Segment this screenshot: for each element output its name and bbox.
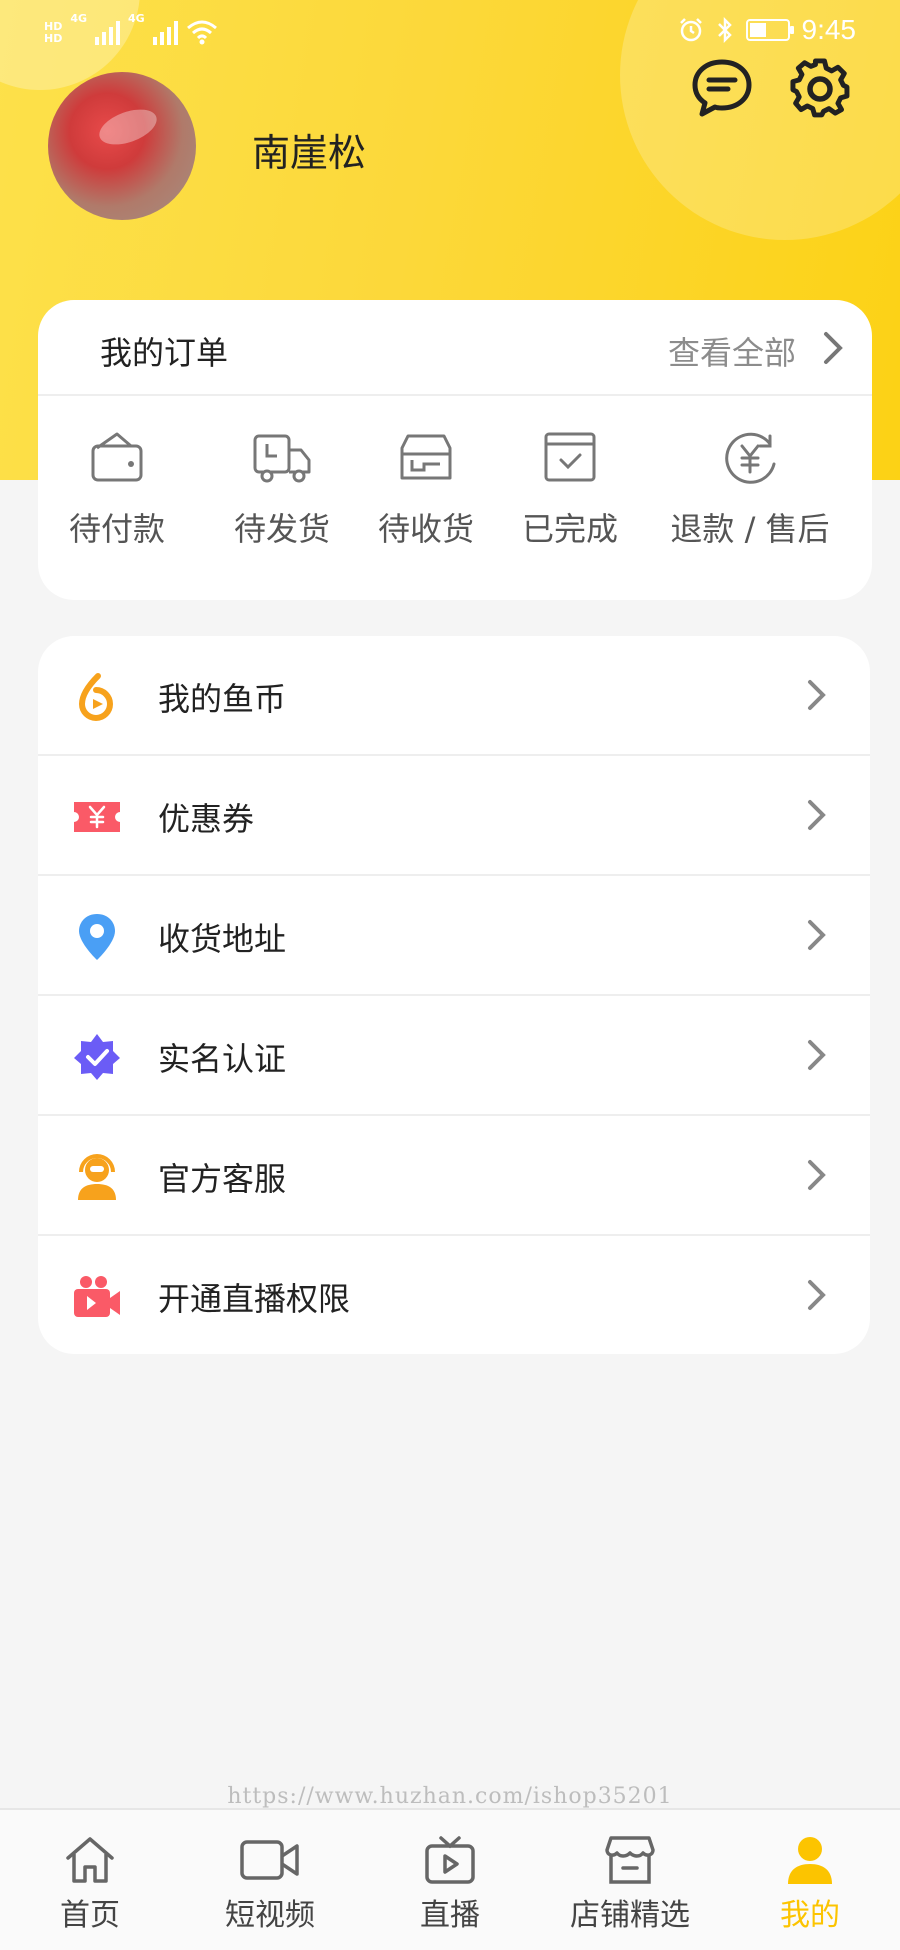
menu-item-customer-service[interactable]: 官方客服 — [38, 1116, 870, 1236]
chevron-right-icon — [824, 332, 843, 364]
alarm-icon — [679, 18, 702, 42]
verified-icon — [74, 1034, 120, 1080]
orders-title: 我的订单 — [100, 334, 229, 372]
menu-item-label: 优惠券 — [158, 800, 255, 838]
watermark: https://www.huzhan.com/ishop35201 — [227, 1784, 673, 1809]
live-tv-icon — [425, 1836, 475, 1884]
tab-label: 短视频 — [225, 1898, 315, 1933]
tab-short-video[interactable]: 短视频 — [210, 1810, 330, 1950]
home-icon — [66, 1837, 114, 1883]
hd-indicator: HD HD — [44, 20, 63, 45]
menu-item-coupon[interactable]: 优惠券 — [38, 756, 870, 876]
truck-icon — [253, 434, 311, 483]
orders-header[interactable]: 我的订单 查看全部 — [38, 300, 872, 396]
video-icon — [240, 1840, 299, 1880]
menu-item-label: 实名认证 — [158, 1040, 287, 1078]
battery-icon — [745, 19, 794, 41]
package-icon — [400, 434, 452, 480]
location-icon — [79, 914, 115, 960]
order-status-to-receive[interactable]: 待收货 — [366, 430, 486, 550]
bluetooth-icon — [717, 17, 732, 43]
chevron-right-icon — [808, 920, 826, 950]
message-icon[interactable] — [690, 56, 754, 120]
order-status-label: 待收货 — [377, 510, 474, 548]
status-bar: HD HD 4G 4G 9:45 — [0, 0, 900, 60]
wifi-icon — [186, 20, 217, 45]
menu-item-label: 收货地址 — [158, 920, 287, 958]
menu-item-live-permission[interactable]: 开通直播权限 — [38, 1236, 870, 1354]
tab-label: 首页 — [60, 1898, 120, 1933]
order-status-completed[interactable]: 已完成 — [510, 430, 630, 550]
live-camera-icon — [74, 1276, 120, 1317]
order-status-label: 待发货 — [233, 510, 330, 548]
tab-home[interactable]: 首页 — [40, 1810, 140, 1950]
wallet-icon — [91, 432, 143, 482]
tab-live[interactable]: 直播 — [400, 1810, 500, 1950]
tab-mine[interactable]: 我的 — [760, 1810, 860, 1950]
menu-item-label: 我的鱼币 — [158, 680, 287, 718]
network-type: 4G — [70, 12, 88, 25]
tab-label: 我的 — [780, 1898, 840, 1933]
profile-icon — [788, 1837, 832, 1884]
refund-icon — [725, 432, 776, 484]
tab-store-picks[interactable]: 店铺精选 — [560, 1810, 700, 1950]
network-type: 4G — [128, 12, 145, 25]
store-icon — [605, 1836, 655, 1884]
chevron-right-icon — [808, 1280, 826, 1310]
fish-coin-icon — [78, 673, 113, 721]
gear-icon[interactable] — [788, 56, 852, 120]
signal-icon — [95, 19, 121, 45]
username[interactable]: 南崖松 — [252, 122, 366, 177]
orders-card: 我的订单 查看全部 待付款 待发货 待收货 已完成 退款 / 售后 — [38, 300, 872, 600]
menu-card: 我的鱼币 优惠券 收货地址 实名认证 官方客服 开通直播权限 — [38, 636, 870, 1354]
order-status-refund[interactable]: 退款 / 售后 — [658, 430, 842, 550]
status-network: HD HD 4G 4G — [44, 12, 218, 45]
order-status-pending-payment[interactable]: 待付款 — [62, 430, 172, 550]
coupon-icon — [74, 802, 120, 832]
order-status-label: 待付款 — [68, 510, 165, 548]
orders-view-all-link[interactable]: 查看全部 — [668, 328, 796, 374]
tab-label: 直播 — [420, 1898, 480, 1933]
avatar[interactable] — [48, 72, 196, 220]
order-status-label: 退款 / 售后 — [670, 510, 830, 548]
menu-item-address[interactable]: 收货地址 — [38, 876, 870, 996]
order-status-to-ship[interactable]: 待发货 — [222, 430, 342, 550]
chevron-right-icon — [808, 1160, 826, 1190]
chevron-right-icon — [808, 800, 826, 830]
order-status-label: 已完成 — [521, 510, 618, 548]
tab-label: 店铺精选 — [570, 1898, 690, 1933]
customer-service-icon — [78, 1154, 116, 1200]
status-system: 9:45 — [678, 14, 857, 46]
chevron-right-icon — [808, 680, 826, 710]
signal-icon — [152, 19, 178, 45]
bottom-tab-bar: 首页 短视频 直播 店铺精选 我的 — [0, 1808, 900, 1950]
status-time: 9:45 — [801, 14, 857, 45]
menu-item-label: 开通直播权限 — [158, 1280, 351, 1318]
menu-item-verification[interactable]: 实名认证 — [38, 996, 870, 1116]
completed-icon — [544, 432, 596, 482]
chevron-right-icon — [808, 1040, 826, 1070]
menu-item-fish-coin[interactable]: 我的鱼币 — [38, 636, 870, 756]
menu-item-label: 官方客服 — [158, 1160, 287, 1198]
